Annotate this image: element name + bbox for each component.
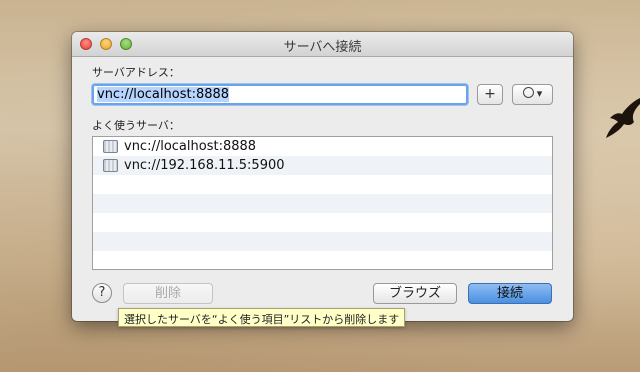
server-icon (103, 159, 118, 172)
empty-list-row (93, 232, 552, 251)
window-title: サーバへ接続 (283, 40, 362, 55)
chevron-down-icon: ▾ (536, 87, 543, 100)
empty-list-row (93, 194, 552, 213)
empty-list-row (93, 251, 552, 269)
connect-button[interactable]: 接続 (468, 283, 552, 304)
title-bar[interactable]: サーバへ接続 (72, 32, 573, 57)
list-item[interactable]: vnc://192.168.11.5:5900 (93, 156, 552, 175)
connect-to-server-window: サーバへ接続 サーバアドレス： vnc://localhost:8888 + ▾… (72, 32, 573, 321)
server-address-field[interactable]: vnc://localhost:8888 (92, 84, 468, 105)
bird-silhouette (606, 98, 640, 138)
empty-list-row (93, 175, 552, 194)
favorite-servers-label: よく使うサーバ： (92, 119, 180, 132)
recent-servers-button[interactable]: ▾ (512, 84, 553, 105)
list-item[interactable]: vnc://localhost:8888 (93, 137, 552, 156)
server-icon (103, 140, 118, 153)
delete-button[interactable]: 削除 (123, 283, 213, 304)
favorite-servers-list[interactable]: vnc://localhost:8888 vnc://192.168.11.5:… (92, 136, 553, 270)
delete-tooltip: 選択したサーバを“よく使う項目”リストから削除します (118, 308, 406, 327)
browse-button[interactable]: ブラウズ (373, 283, 457, 304)
favorite-server-address: vnc://192.168.11.5:5900 (124, 158, 285, 173)
server-address-label: サーバアドレス： (92, 66, 180, 79)
server-address-value: vnc://localhost:8888 (97, 87, 230, 102)
add-favorite-button[interactable]: + (477, 84, 503, 105)
empty-list-row (93, 213, 552, 232)
help-button[interactable]: ? (92, 283, 112, 303)
clock-icon (522, 87, 534, 98)
favorite-server-address: vnc://localhost:8888 (124, 139, 257, 154)
